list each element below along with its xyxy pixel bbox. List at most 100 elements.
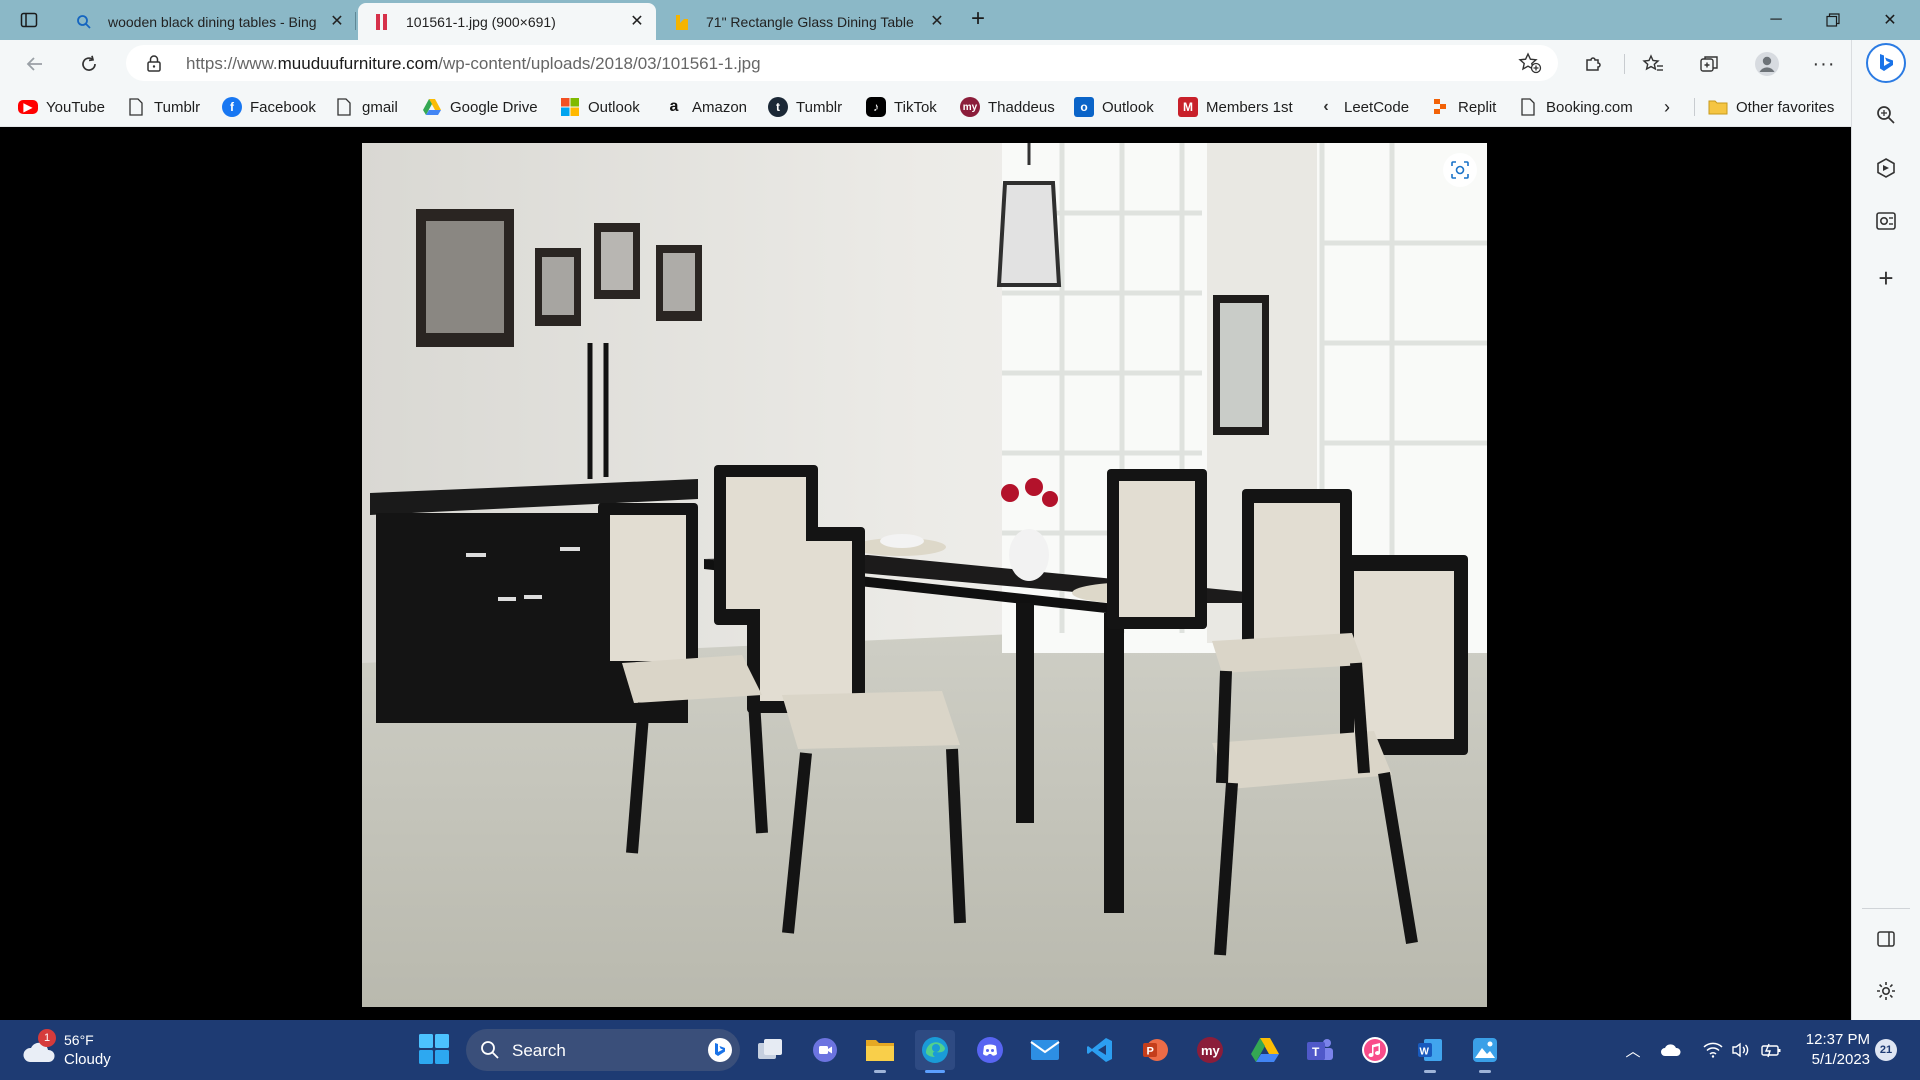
file-explorer-app[interactable] <box>860 1030 900 1073</box>
favorite-label: Thaddeus <box>988 98 1055 116</box>
favorite-tiktok[interactable]: ♪ TikTok <box>866 95 937 119</box>
notification-count-badge[interactable]: 21 <box>1875 1039 1897 1061</box>
favorite-facebook[interactable]: f Facebook <box>222 95 316 119</box>
itunes-app[interactable] <box>1355 1030 1395 1070</box>
favorite-tumblr[interactable]: t Tumblr <box>768 95 842 119</box>
mail-app[interactable] <box>1025 1030 1065 1070</box>
dining-set-photo[interactable] <box>362 143 1487 1007</box>
vscode-icon <box>1087 1038 1112 1062</box>
favorite-amazon[interactable]: a Amazon <box>664 95 747 119</box>
vscode-app[interactable] <box>1080 1030 1120 1070</box>
taskbar-search[interactable]: Search <box>466 1029 740 1071</box>
visual-search-button[interactable] <box>1443 153 1477 187</box>
svg-text:my: my <box>1201 1043 1221 1058</box>
taskbar-clock[interactable]: 12:37 PM 5/1/2023 <box>1790 1030 1870 1070</box>
task-view-icon <box>758 1039 782 1059</box>
favorite-label: Members 1st <box>1206 98 1293 116</box>
back-button[interactable] <box>20 49 50 79</box>
search-icon <box>481 1041 499 1059</box>
svg-text:W: W <box>1420 1047 1430 1058</box>
favorite-label: Google Drive <box>450 98 538 116</box>
favorite-label: Facebook <box>250 98 316 116</box>
minimize-button[interactable]: ─ <box>1748 0 1804 40</box>
task-view-app[interactable] <box>750 1030 790 1070</box>
weather-widget[interactable]: 1 56°F Cloudy <box>22 1029 142 1072</box>
start-button[interactable] <box>418 1033 452 1067</box>
running-indicator <box>1479 1070 1491 1073</box>
favorite-replit[interactable]: Replit <box>1430 95 1496 119</box>
discord-app[interactable] <box>970 1030 1010 1070</box>
wifi-icon[interactable] <box>1702 1039 1724 1061</box>
favorite-members-1st[interactable]: M Members 1st <box>1178 95 1293 119</box>
powerpoint-app[interactable]: P <box>1135 1030 1175 1070</box>
more-icon: ··· <box>1812 52 1836 75</box>
running-indicator <box>1424 1070 1436 1073</box>
folder-icon <box>866 1040 894 1061</box>
favorite-leetcode[interactable]: ‹ LeetCode <box>1316 95 1409 119</box>
taskbar-search-label: Search <box>512 1041 566 1060</box>
my-app[interactable]: my <box>1190 1030 1230 1070</box>
photos-icon <box>1473 1038 1497 1062</box>
favorite-gmail[interactable]: gmail <box>334 95 398 119</box>
itunes-icon <box>1362 1037 1388 1063</box>
toolbar-divider <box>1624 54 1625 74</box>
settings-menu-button[interactable]: ··· <box>1809 49 1839 79</box>
favorite-outlook-microsoft[interactable]: Outlook <box>560 95 640 119</box>
close-tab-icon[interactable]: ✕ <box>928 12 946 30</box>
close-window-button[interactable]: ✕ <box>1862 0 1918 40</box>
other-favorites-folder[interactable]: Other favorites <box>1708 95 1834 119</box>
edge-icon <box>922 1037 948 1063</box>
favorite-google-drive[interactable]: Google Drive <box>422 95 538 119</box>
extensions-button[interactable] <box>1578 49 1608 79</box>
favorite-booking[interactable]: Booking.com <box>1518 95 1633 119</box>
favorite-label: TikTok <box>894 98 937 116</box>
tab-image[interactable]: 101561-1.jpg (900×691) ✕ <box>358 3 656 40</box>
hide-sidebar-button[interactable] <box>1871 924 1901 954</box>
volume-icon[interactable] <box>1730 1039 1752 1061</box>
google-drive-app[interactable] <box>1245 1030 1285 1070</box>
favorite-label: Outlook <box>588 98 640 116</box>
google-drive-icon <box>422 97 442 117</box>
favorites-overflow-button[interactable]: › <box>1664 95 1670 119</box>
sidebar-settings-button[interactable] <box>1871 976 1901 1006</box>
favorite-outlook[interactable]: o Outlook <box>1074 95 1154 119</box>
refresh-button[interactable] <box>74 49 104 79</box>
sidebar-search-button[interactable] <box>1871 100 1901 130</box>
tiktok-icon: ♪ <box>866 97 886 117</box>
favorite-label: YouTube <box>46 98 105 116</box>
tab-actions-button[interactable] <box>12 6 46 34</box>
favorite-thaddeus[interactable]: my Thaddeus <box>960 95 1055 119</box>
collections-button[interactable] <box>1695 49 1725 79</box>
edge-app[interactable] <box>915 1030 955 1073</box>
chevron-up-icon: ︿ <box>1625 1042 1641 1060</box>
folder-icon <box>1708 97 1728 117</box>
favorite-tumblr-page[interactable]: Tumblr <box>126 95 200 119</box>
profile-button[interactable] <box>1752 49 1782 79</box>
tab-bing-search[interactable]: wooden black dining tables - Bing ✕ <box>60 3 356 40</box>
close-tab-icon[interactable]: ✕ <box>328 12 346 30</box>
onedrive-tray-icon[interactable] <box>1660 1039 1682 1061</box>
teams-app[interactable]: T <box>1300 1030 1340 1070</box>
show-hidden-icons-button[interactable]: ︿ <box>1622 1039 1644 1061</box>
restore-button[interactable] <box>1805 0 1861 40</box>
lock-icon[interactable] <box>146 54 162 77</box>
favorites-button[interactable] <box>1638 49 1668 79</box>
add-favorite-icon[interactable] <box>1518 52 1542 79</box>
close-tab-icon[interactable]: ✕ <box>628 12 646 30</box>
tab-glass-dining-table[interactable]: 71" Rectangle Glass Dining Table ✕ <box>658 3 956 40</box>
sidebar-add-button[interactable]: + <box>1871 263 1901 293</box>
google-drive-icon <box>1251 1038 1279 1062</box>
favorite-youtube[interactable]: ▶ YouTube <box>18 95 105 119</box>
photos-app[interactable] <box>1465 1030 1505 1073</box>
new-tab-button[interactable]: + <box>964 6 992 34</box>
address-bar[interactable]: https://www.muuduufurniture.com/wp-conte… <box>126 45 1558 81</box>
svg-text:T: T <box>1312 1045 1320 1059</box>
mail-icon <box>1030 1040 1060 1060</box>
word-app[interactable]: W <box>1410 1030 1450 1073</box>
bing-chat-button[interactable] <box>1866 43 1906 83</box>
teams-meet-app[interactable] <box>805 1030 845 1070</box>
sidebar-outlook-button[interactable] <box>1871 206 1901 236</box>
tab-actions-icon <box>20 12 38 28</box>
sidebar-tools-button[interactable] <box>1871 153 1901 183</box>
battery-icon[interactable] <box>1760 1039 1782 1061</box>
